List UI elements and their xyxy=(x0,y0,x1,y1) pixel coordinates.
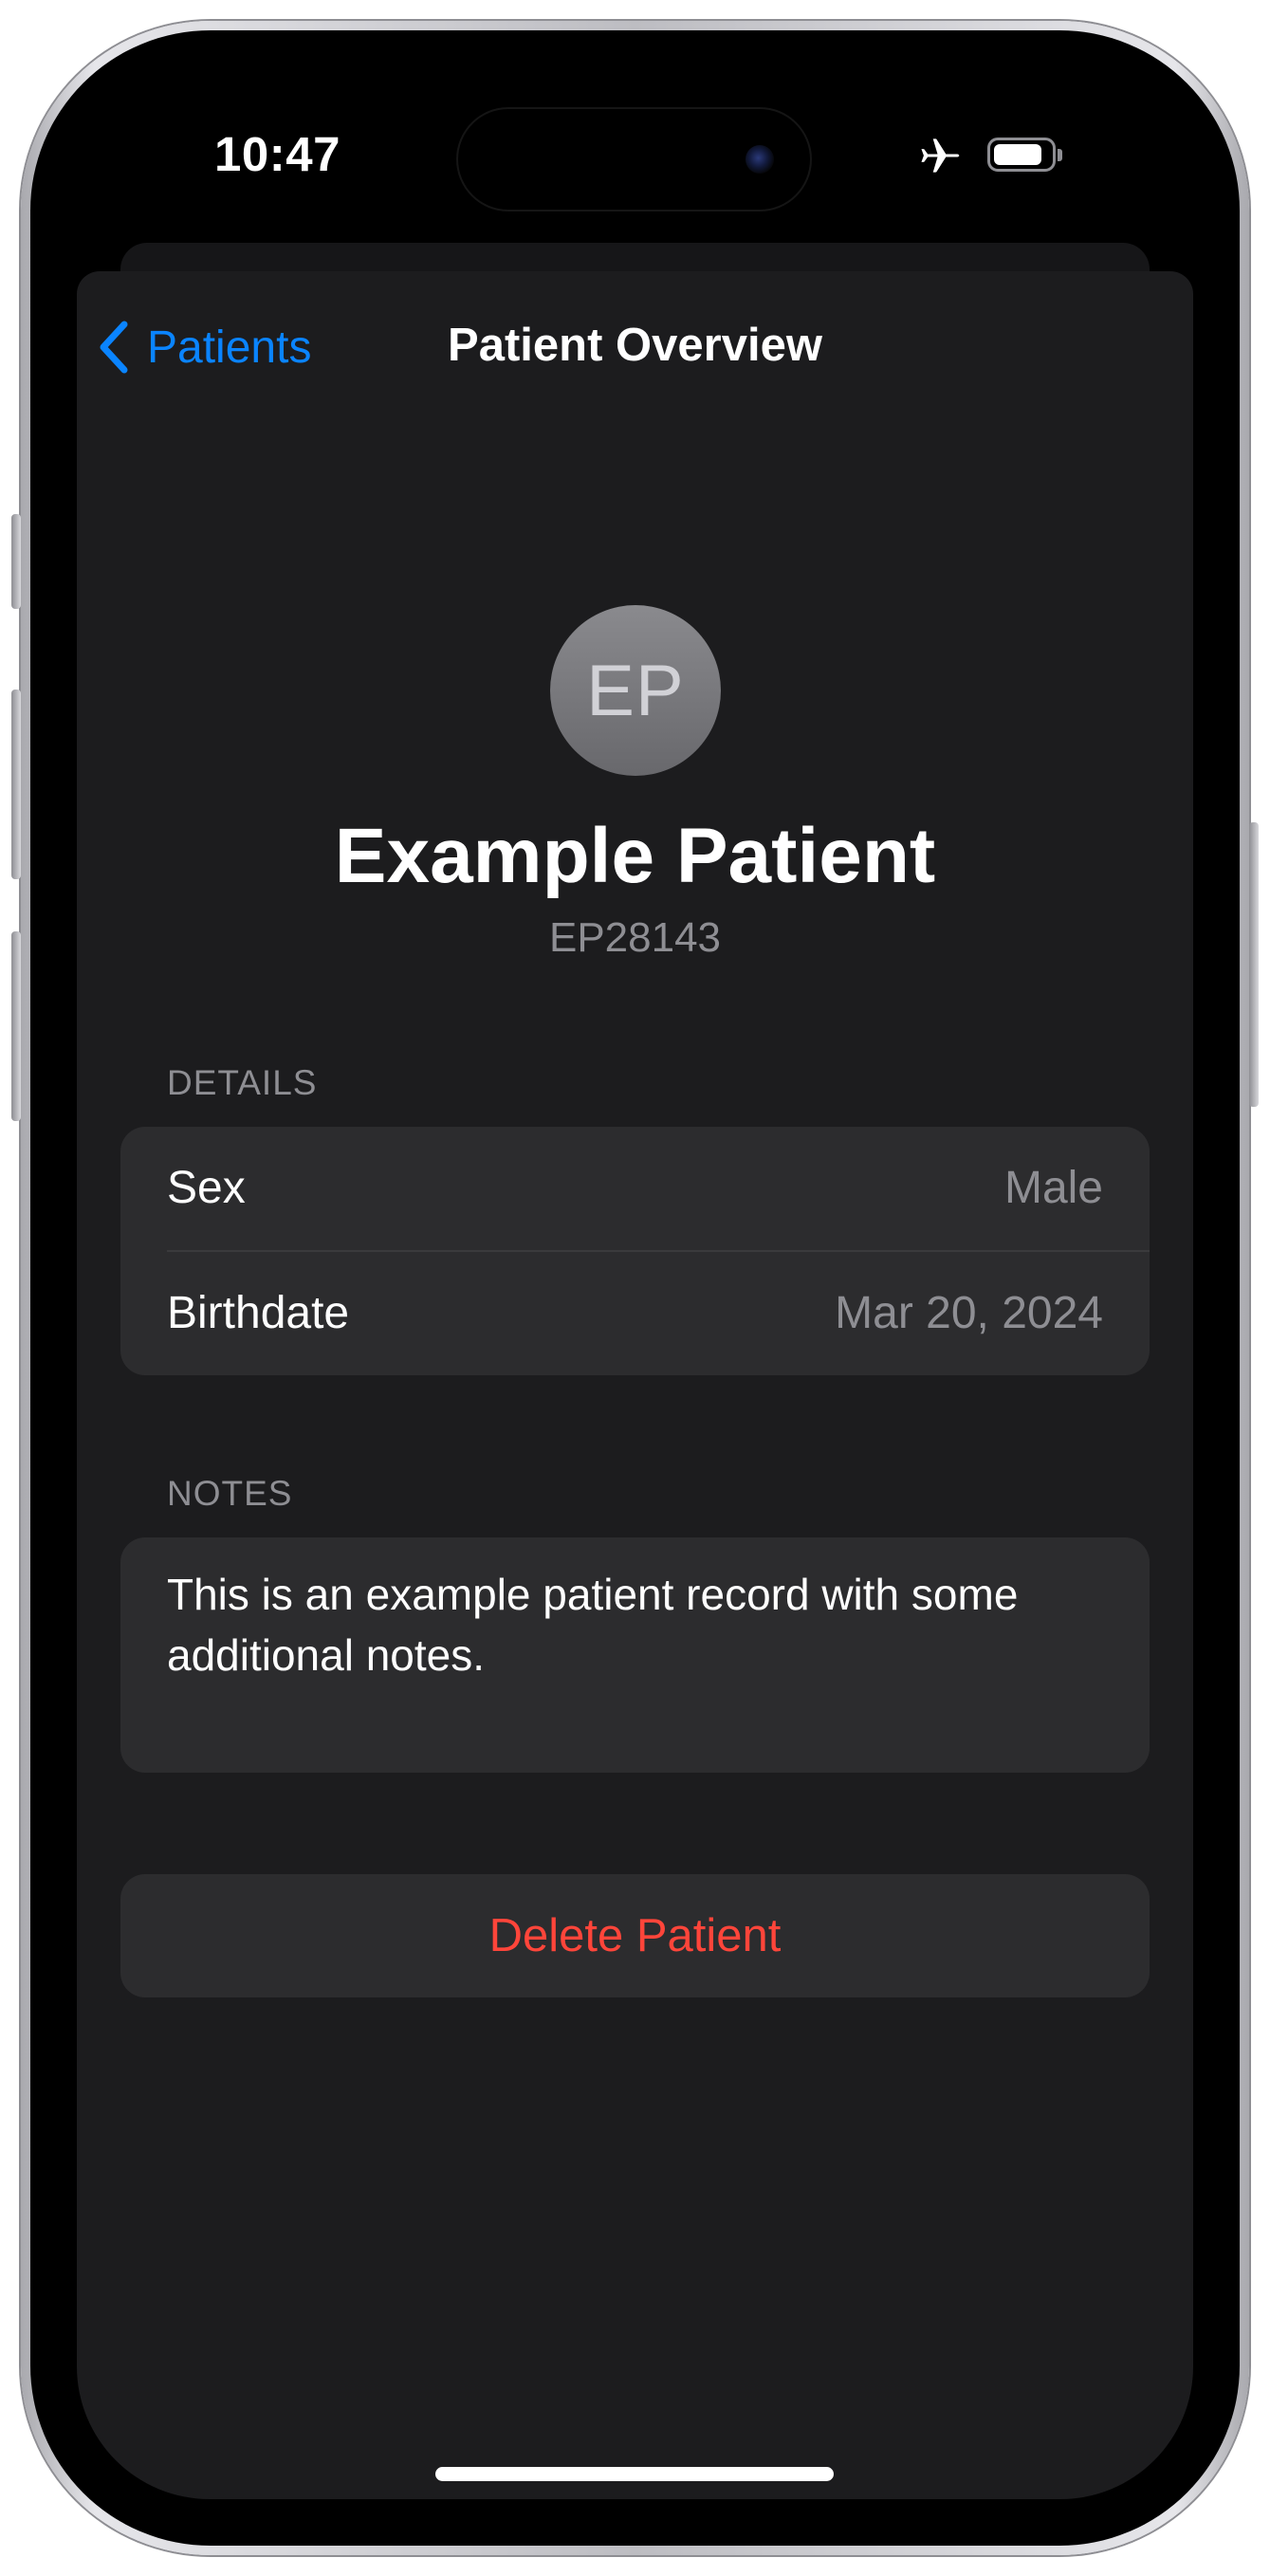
patient-id: EP28143 xyxy=(548,914,722,961)
detail-label: Sex xyxy=(167,1163,246,1213)
detail-value: Mar 20, 2024 xyxy=(835,1288,1103,1338)
screen: 10:47 Patients Patient Overview EP Examp… xyxy=(77,77,1193,2499)
detail-value: Male xyxy=(1003,1163,1103,1213)
power-button xyxy=(1249,822,1259,1107)
airplane-icon xyxy=(921,138,960,173)
page-title: Patient Overview xyxy=(448,320,822,371)
detail-row-sex: Sex Male xyxy=(120,1127,1150,1252)
battery-level xyxy=(994,144,1041,165)
battery-cap xyxy=(1058,149,1062,161)
detail-label: Birthdate xyxy=(167,1288,350,1338)
delete-patient-button[interactable]: Delete Patient xyxy=(120,1874,1150,1997)
navigation-bar: Patients Patient Overview xyxy=(77,271,1193,432)
status-bar: 10:47 xyxy=(77,77,1193,267)
details-group: Sex Male Birthdate Mar 20, 2024 xyxy=(120,1127,1150,1375)
dynamic-island xyxy=(456,107,812,212)
action-button xyxy=(11,514,21,609)
patient-overview-sheet: Patients Patient Overview EP Example Pat… xyxy=(77,271,1193,2499)
notes-text[interactable]: This is an example patient record with s… xyxy=(167,1564,1103,1685)
camera-lens-icon xyxy=(745,145,774,174)
home-indicator[interactable] xyxy=(435,2467,834,2481)
patient-name: Example Patient xyxy=(334,813,936,899)
details-section-header: DETAILS xyxy=(167,1063,318,1102)
notes-section-header: NOTES xyxy=(167,1474,293,1513)
detail-row-birthdate: Birthdate Mar 20, 2024 xyxy=(120,1252,1150,1375)
notes-group[interactable]: This is an example patient record with s… xyxy=(120,1537,1150,1773)
avatar-initials: EP xyxy=(586,650,685,731)
volume-down-button xyxy=(11,931,21,1121)
delete-patient-label: Delete Patient xyxy=(488,1910,782,1961)
volume-up-button xyxy=(11,690,21,879)
status-time: 10:47 xyxy=(214,127,341,181)
avatar: EP xyxy=(550,605,721,776)
battery-icon xyxy=(987,138,1056,172)
